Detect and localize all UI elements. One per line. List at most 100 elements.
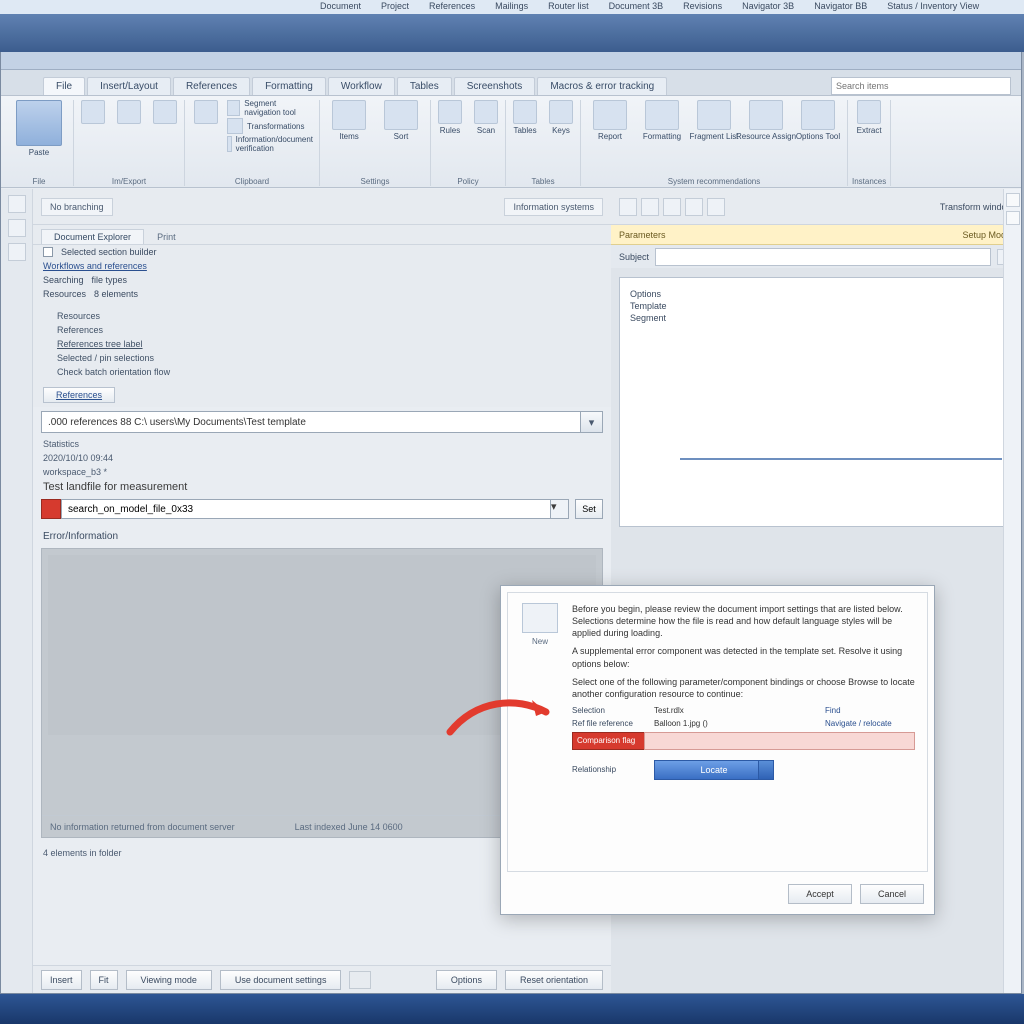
ribbon-search-input[interactable] — [831, 77, 1011, 95]
import-button[interactable] — [78, 100, 108, 124]
tab-workflow[interactable]: Workflow — [328, 77, 395, 95]
options-button[interactable]: Options — [436, 970, 497, 990]
export-icon — [117, 100, 141, 124]
field-label: Selection — [572, 706, 644, 715]
vertical-scrollbar[interactable] — [1003, 189, 1021, 993]
fmt-button[interactable]: Formatting — [639, 100, 685, 141]
group-label: Tables — [531, 175, 554, 186]
insert-button[interactable]: Insert — [41, 970, 82, 990]
tree-item[interactable]: Check batch orientation flow — [43, 365, 601, 379]
error-label: Comparison flag — [572, 732, 644, 750]
tab-formatting[interactable]: Formatting — [252, 77, 326, 95]
import-icon — [81, 100, 105, 124]
doc-toolbar: Transform window — [611, 189, 1021, 225]
extract-button[interactable]: Extract — [854, 100, 884, 135]
tool-icon[interactable] — [619, 198, 637, 216]
doc-tab[interactable]: Parameters — [619, 230, 666, 240]
tab-references[interactable]: References — [173, 77, 250, 95]
fit-button[interactable]: Fit — [90, 970, 118, 990]
locate-button[interactable]: Locate — [654, 760, 774, 780]
report-button[interactable]: Report — [587, 100, 633, 141]
timestamp: 2020/10/10 09:44 — [33, 451, 611, 465]
cancel-button[interactable]: Cancel — [860, 884, 924, 904]
info-systems-pill[interactable]: Information systems — [504, 198, 603, 216]
menu-item[interactable]: Navigator 3B — [742, 1, 794, 14]
group-label: Instances — [852, 175, 886, 186]
ribbon: Paste File Im/Export Segment navigation … — [1, 96, 1021, 188]
tab-tables[interactable]: Tables — [397, 77, 452, 95]
error-search-input[interactable] — [61, 499, 551, 519]
subject-input[interactable] — [655, 248, 991, 266]
error-flag-icon — [41, 499, 61, 519]
left-gutter — [1, 189, 33, 993]
menu-item[interactable]: Document 3B — [609, 1, 664, 14]
set-button[interactable]: Set — [575, 499, 603, 519]
tree-item[interactable]: References — [43, 323, 601, 337]
menu-item[interactable]: Status / Inventory View — [887, 1, 979, 14]
rules-button[interactable]: Rules — [435, 100, 465, 135]
explorer-tab[interactable]: Document Explorer — [41, 229, 144, 244]
menu-item[interactable]: Document — [320, 1, 361, 14]
resource-button[interactable]: Resource Assign — [743, 100, 789, 141]
path-input[interactable] — [41, 411, 581, 433]
tool-icon[interactable] — [707, 198, 725, 216]
keys-button[interactable]: Keys — [546, 100, 576, 135]
explorer-tab-2[interactable]: Print — [157, 232, 176, 242]
tree-item[interactable]: Resources — [43, 309, 601, 323]
check-label: Selected section builder — [61, 247, 157, 257]
scroll-up-icon[interactable] — [1006, 193, 1020, 207]
gutter-icon[interactable] — [8, 195, 26, 213]
checkbox[interactable] — [43, 247, 53, 257]
tool-icon[interactable] — [685, 198, 703, 216]
use-doc-settings-button[interactable]: Use document settings — [220, 970, 342, 990]
table-icon-button[interactable] — [191, 100, 221, 124]
page[interactable]: Options Template Segment — [619, 277, 1013, 527]
table-grid-icon — [513, 100, 537, 124]
window-titlebar: Document Project References Mailings Rou… — [0, 0, 1024, 52]
tree-item[interactable]: References tree label — [43, 337, 601, 351]
small-action[interactable]: Segment navigation tool — [227, 100, 313, 116]
tool-icon[interactable] — [663, 198, 681, 216]
paste-button[interactable]: Paste — [11, 100, 67, 157]
export-button[interactable] — [114, 100, 144, 124]
clip-button[interactable] — [150, 100, 180, 124]
scan-button[interactable]: Scan — [471, 100, 501, 135]
menu-item[interactable]: Revisions — [683, 1, 722, 14]
field-label: Ref file reference — [572, 719, 644, 728]
workflow-link[interactable]: Workflows and references — [43, 261, 147, 271]
ribbon-tabstrip: File Insert/Layout References Formatting… — [1, 70, 1021, 96]
menu-item[interactable]: Project — [381, 1, 409, 14]
gutter-icon[interactable] — [8, 219, 26, 237]
items-button[interactable]: Items — [326, 100, 372, 141]
menu-item[interactable]: Router list — [548, 1, 589, 14]
small-action[interactable]: Transformations — [227, 118, 313, 134]
small-action[interactable]: Information/document verification — [227, 136, 313, 152]
navigate-link[interactable]: Navigate / relocate — [825, 719, 915, 728]
gear-icon — [801, 100, 835, 130]
viewmode-button[interactable]: Viewing mode — [126, 970, 212, 990]
menu-item[interactable]: Navigator BB — [814, 1, 867, 14]
references-button[interactable]: References — [43, 387, 115, 403]
tree-item[interactable]: Selected / pin selections — [43, 351, 601, 365]
status-text: No information returned from document se… — [50, 822, 235, 832]
options-button[interactable]: Options Tool — [795, 100, 841, 141]
scroll-handle[interactable] — [1006, 211, 1020, 225]
tables-button[interactable]: Tables — [510, 100, 540, 135]
menu-item[interactable]: References — [429, 1, 475, 14]
tab-screenshots[interactable]: Screenshots — [454, 77, 536, 95]
find-link[interactable]: Find — [825, 706, 915, 715]
chevron-down-icon[interactable]: ▾ — [581, 411, 603, 433]
tab-macros[interactable]: Macros & error tracking — [537, 77, 667, 95]
branch-label: No branching — [41, 198, 113, 216]
tab-file[interactable]: File — [43, 77, 85, 95]
pager-icon[interactable] — [349, 971, 371, 989]
accept-button[interactable]: Accept — [788, 884, 852, 904]
menu-item[interactable]: Mailings — [495, 1, 528, 14]
tab-insert[interactable]: Insert/Layout — [87, 77, 171, 95]
chevron-down-icon[interactable]: ▾ — [551, 499, 569, 519]
gutter-icon[interactable] — [8, 243, 26, 261]
frag-button[interactable]: Fragment List — [691, 100, 737, 141]
reset-button[interactable]: Reset orientation — [505, 970, 603, 990]
sort-button[interactable]: Sort — [378, 100, 424, 141]
tool-icon[interactable] — [641, 198, 659, 216]
